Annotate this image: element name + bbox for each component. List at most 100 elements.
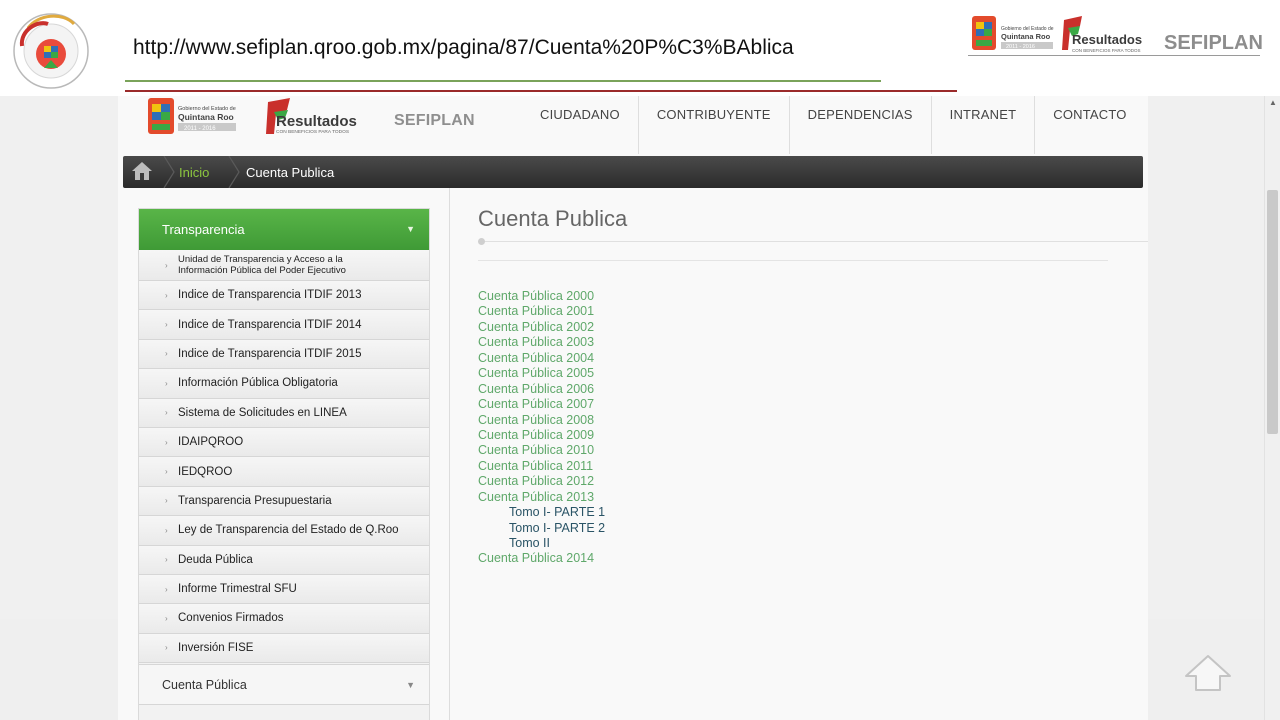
hdr-gov-line2: Quintana Roo — [1001, 32, 1051, 41]
sidebar-item-label: Deuda Pública — [178, 553, 253, 566]
header-sefiplan-text: SEFIPLAN — [1164, 32, 1263, 54]
scroll-up-icon[interactable]: ▲ — [1268, 98, 1278, 108]
breadcrumb-inicio-link[interactable]: Inicio — [179, 165, 209, 180]
browser-viewport: Gobierno del Estado de Quintana Roo 2011… — [0, 96, 1280, 720]
link-cuenta-publica-2006[interactable]: Cuenta Pública 2006 — [478, 382, 878, 397]
sidebar-item-itdif-2013[interactable]: › Indice de Transparencia ITDIF 2013 — [139, 281, 429, 311]
page-title: Cuenta Publica — [478, 206, 628, 231]
chevron-right-icon: › — [165, 260, 168, 270]
breadcrumb-current: Cuenta Publica — [246, 165, 335, 180]
sidebar-section-cuenta-publica[interactable]: Cuenta Pública ▼ — [139, 664, 429, 704]
header-logo-underline — [968, 55, 1260, 56]
chevron-right-icon: › — [165, 378, 168, 388]
nav-item-ciudadano[interactable]: CIUDADANO — [522, 96, 639, 154]
hdr-gov-line3: 2011 - 2016 — [1006, 44, 1035, 50]
sidebar-item-label: Transparencia Presupuestaria — [178, 494, 332, 507]
sidebar: Transparencia ▼ › Unidad de Transparencia… — [138, 208, 430, 720]
sidebar-item-label: Convenios Firmados — [178, 612, 284, 625]
sidebar-item-solicitudes[interactable]: › Sistema de Solicitudes en LINEA — [139, 398, 429, 428]
sidebar-item-label: IEDQROO — [178, 465, 233, 478]
sidebar-item-label: Información Pública Obligatoria — [178, 377, 338, 390]
link-cuenta-publica-2011[interactable]: Cuenta Pública 2011 — [478, 459, 878, 474]
sidebar-item-informacion-publica[interactable]: › Información Pública Obligatoria — [139, 369, 429, 399]
chevron-right-icon: › — [165, 613, 168, 623]
nav-gov-line2: Quintana Roo — [178, 112, 234, 122]
title-rule-dot — [478, 238, 485, 245]
breadcrumb-separator-icon — [228, 156, 240, 188]
link-cuenta-publica-2009[interactable]: Cuenta Pública 2009 — [478, 428, 878, 443]
chevron-right-icon: › — [165, 496, 168, 506]
link-cuenta-publica-2002[interactable]: Cuenta Pública 2002 — [478, 320, 878, 335]
link-tomo-ii[interactable]: Tomo II — [478, 536, 878, 551]
scrollbar-thumb[interactable] — [1267, 190, 1278, 434]
link-cuenta-publica-2000[interactable]: Cuenta Pública 2000 — [478, 289, 878, 304]
auditoria-seal-logo — [13, 13, 89, 89]
link-cuenta-publica-2005[interactable]: Cuenta Pública 2005 — [478, 366, 878, 381]
sidebar-item-convenios[interactable]: › Convenios Firmados — [139, 604, 429, 634]
slide-header: http://www.sefiplan.qroo.gob.mx/pagina/8… — [0, 0, 1280, 96]
title-rule-secondary — [478, 260, 1108, 261]
sidebar-list: › Unidad de Transparencia y Acceso a la I… — [139, 250, 429, 664]
nav-item-intranet[interactable]: INTRANET — [932, 96, 1036, 154]
title-rule — [478, 241, 1148, 242]
nav-resultados: Resultados — [276, 113, 357, 130]
sidebar-item-label: Ley de Transparencia del Estado de Q.Roo — [178, 524, 399, 537]
sidebar-item-idaipqroo[interactable]: › IDAIPQROO — [139, 427, 429, 458]
nav-item-dependencias[interactable]: DEPENDENCIAS — [790, 96, 932, 154]
page-url-text: http://www.sefiplan.qroo.gob.mx/pagina/8… — [133, 36, 794, 59]
link-cuenta-publica-2008[interactable]: Cuenta Pública 2008 — [478, 413, 878, 428]
sidebar-item-label: Indice de Transparencia ITDIF 2015 — [178, 347, 362, 360]
arrow-up-icon[interactable] — [1184, 654, 1232, 692]
nav-sefiplan-logo: SEFIPLAN — [394, 112, 475, 129]
sidebar-item-iedqroo[interactable]: › IEDQROO — [139, 457, 429, 487]
sidebar-item-deuda-publica[interactable]: › Deuda Pública — [139, 545, 429, 575]
site-nav: Gobierno del Estado de Quintana Roo 2011… — [118, 96, 1148, 154]
sidebar-item-inversion-fise[interactable]: › Inversión FISE — [139, 633, 429, 664]
sidebar-item-label: Informe Trimestral SFU — [178, 583, 297, 596]
chevron-right-icon: › — [165, 290, 168, 300]
chevron-right-icon: › — [165, 643, 168, 653]
header-rule-red — [125, 90, 957, 92]
link-cuenta-publica-2012[interactable]: Cuenta Pública 2012 — [478, 474, 878, 489]
nav-item-contacto[interactable]: CONTACTO — [1035, 96, 1144, 154]
sidebar-header-label: Transparencia — [162, 222, 245, 237]
sidebar-item-ley-transparencia[interactable]: › Ley de Transparencia del Estado de Q.Ro… — [139, 516, 429, 546]
link-tomo-i-parte-1[interactable]: Tomo I- PARTE 1 — [478, 505, 878, 520]
link-cuenta-publica-2007[interactable]: Cuenta Pública 2007 — [478, 397, 878, 412]
sidebar-section-next[interactable] — [139, 704, 429, 720]
sidebar-item-label: Sistema de Solicitudes en LINEA — [178, 406, 347, 419]
sidebar-item-itdif-2015[interactable]: › Indice de Transparencia ITDIF 2015 — [139, 339, 429, 370]
breadcrumb-separator-icon — [163, 156, 175, 188]
vertical-scrollbar[interactable]: ▲ — [1264, 96, 1280, 720]
link-cuenta-publica-2003[interactable]: Cuenta Pública 2003 — [478, 335, 878, 350]
nav-item-contribuyente[interactable]: CONTRIBUYENTE — [639, 96, 790, 154]
nav-menu: CIUDADANO CONTRIBUYENTE DEPENDENCIAS INT… — [522, 96, 1145, 154]
sidebar-item-label: Indice de Transparencia ITDIF 2014 — [178, 318, 362, 331]
chevron-right-icon: › — [165, 349, 168, 359]
nav-gov-line3: 2011 - 2016 — [184, 126, 216, 132]
link-cuenta-publica-2013[interactable]: Cuenta Pública 2013 — [478, 490, 878, 505]
chevron-right-icon: › — [165, 408, 168, 418]
hdr-resultados: Resultados — [1072, 32, 1142, 47]
sidebar-section-label: Cuenta Pública — [162, 678, 247, 692]
sidebar-item-label: Inversión FISE — [178, 641, 254, 654]
link-tomo-i-parte-2[interactable]: Tomo I- PARTE 2 — [478, 521, 878, 536]
link-cuenta-publica-2014[interactable]: Cuenta Pública 2014 — [478, 551, 878, 566]
sidebar-item-presupuestaria[interactable]: › Transparencia Presupuestaria — [139, 486, 429, 517]
chevron-right-icon: › — [165, 555, 168, 565]
link-cuenta-publica-2004[interactable]: Cuenta Pública 2004 — [478, 351, 878, 366]
sidebar-item-informe-sfu[interactable]: › Informe Trimestral SFU — [139, 574, 429, 605]
nav-resultados-sub: CON BENEFICIOS PARA TODOS — [276, 129, 349, 135]
link-cuenta-publica-2001[interactable]: Cuenta Pública 2001 — [478, 304, 878, 319]
chevron-right-icon: › — [165, 584, 168, 594]
sidebar-header-transparencia[interactable]: Transparencia ▼ — [139, 209, 429, 250]
link-cuenta-publica-2010[interactable]: Cuenta Pública 2010 — [478, 443, 878, 458]
home-icon[interactable] — [131, 161, 153, 181]
sidebar-item-unidad-transparencia[interactable]: › Unidad de Transparencia y Acceso a la I… — [139, 250, 429, 281]
chevron-down-icon: ▼ — [406, 224, 415, 234]
sidebar-item-itdif-2014[interactable]: › Indice de Transparencia ITDIF 2014 — [139, 310, 429, 340]
hdr-resultados-sub: CON BENEFICIOS PARA TODOS — [1072, 48, 1141, 53]
cuenta-publica-links: Cuenta Pública 2000 Cuenta Pública 2001 … — [478, 289, 878, 567]
sidebar-item-label: Indice de Transparencia ITDIF 2013 — [178, 289, 362, 302]
breadcrumb: Inicio Cuenta Publica — [123, 156, 1143, 188]
